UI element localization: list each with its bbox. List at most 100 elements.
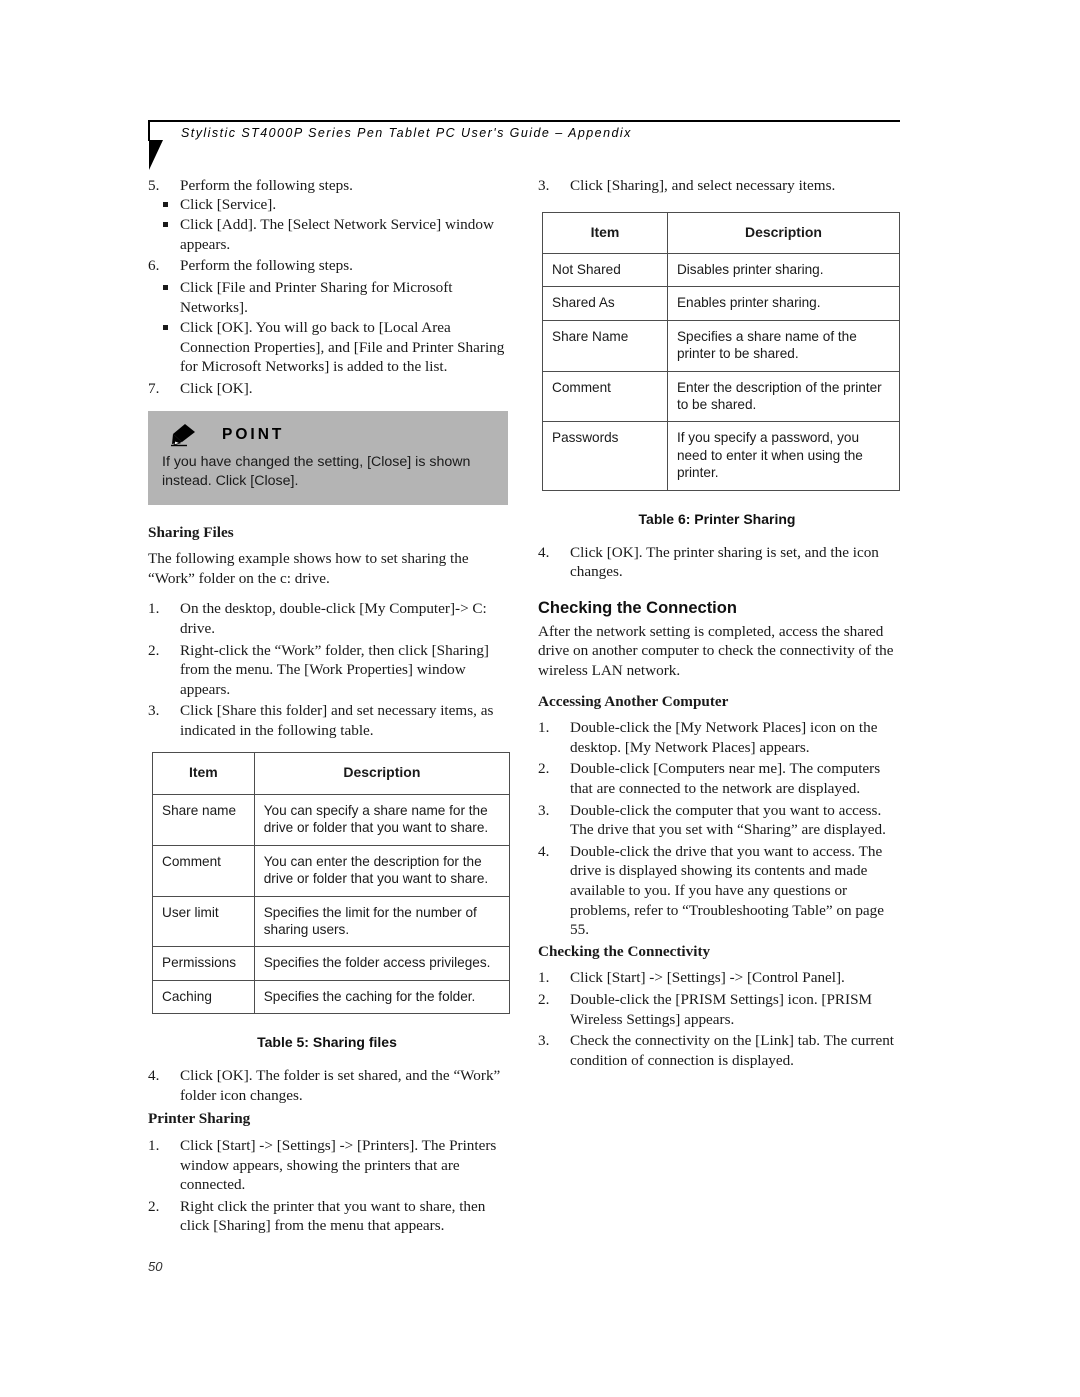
after-table6-step: 4. Click [OK]. The printer sharing is se… bbox=[538, 543, 900, 582]
printer-sharing-steps: 1. Click [Start] -> [Settings] -> [Print… bbox=[148, 1136, 510, 1236]
sharing-files-intro: The following example shows how to set s… bbox=[148, 550, 469, 587]
square-bullet-icon bbox=[163, 222, 168, 228]
list-item-text: Double-click the computer that you want … bbox=[570, 801, 886, 839]
table-row: Shared As Enables printer sharing. bbox=[542, 286, 901, 321]
list-item-text: Click [Start] -> [Settings] -> [Control … bbox=[570, 969, 845, 987]
table-cell-item: Passwords bbox=[542, 421, 668, 491]
list-item: 5. Perform the following steps. bbox=[148, 176, 510, 196]
square-bullet-icon bbox=[163, 284, 168, 290]
step5-bullets: Click [Service]. Click [Add]. The [Selec… bbox=[148, 195, 510, 255]
table-row: Passwords If you specify a password, you… bbox=[542, 421, 901, 491]
list-item-text: Click [OK]. bbox=[180, 379, 253, 397]
step6-bullets: Click [File and Printer Sharing for Micr… bbox=[148, 278, 510, 377]
list-item-text: Click [File and Printer Sharing for Micr… bbox=[180, 278, 453, 316]
checking-connectivity-steps: 1. Click [Start] -> [Settings] -> [Contr… bbox=[538, 968, 900, 1070]
checking-connection-intro: After the network setting is completed, … bbox=[538, 622, 894, 680]
list-item-text: Click [Add]. The [Select Network Service… bbox=[180, 216, 494, 253]
list-item-number: 6. bbox=[148, 257, 160, 275]
table-row: User limit Specifies the limit for the n… bbox=[152, 895, 511, 948]
table-cell-description: Disables printer sharing. bbox=[666, 252, 901, 288]
table-cell-item: Share name bbox=[152, 793, 255, 846]
table-row: Caching Specifies the caching for the fo… bbox=[152, 979, 511, 1015]
list-item: 3. Click [Share this folder] and set nec… bbox=[148, 701, 510, 740]
list-item-text: Click [OK]. The folder is set shared, an… bbox=[180, 1067, 501, 1104]
list-item: 3. Click [Sharing], and select necessary… bbox=[538, 176, 900, 196]
list-item-text: Check the connectivity on the [Link] tab… bbox=[570, 1032, 895, 1069]
list-item: 4. Click [OK]. The folder is set shared,… bbox=[148, 1066, 510, 1105]
table-sharing-files: Item Description Share name You can spec… bbox=[152, 752, 511, 1015]
table-cell-item: Comment bbox=[542, 370, 668, 423]
table-cell-item: Permissions bbox=[152, 946, 255, 981]
document-page: Stylistic ST4000P Series Pen Tablet PC U… bbox=[0, 0, 1080, 1397]
list-item: 1. Click [Start] -> [Settings] -> [Contr… bbox=[538, 968, 900, 988]
header-rule bbox=[148, 120, 900, 122]
right-step-3: 3. Click [Sharing], and select necessary… bbox=[538, 176, 900, 196]
square-bullet-icon bbox=[163, 325, 168, 331]
left-step-7: 7. Click [OK]. bbox=[148, 379, 510, 399]
column-header-description: Description bbox=[253, 752, 511, 795]
list-item: 1. On the desktop, double-click [My Comp… bbox=[148, 599, 510, 638]
list-item-number: 1. bbox=[148, 1136, 160, 1154]
list-item: 2. Double-click the [PRISM Settings] ico… bbox=[538, 990, 900, 1029]
list-item-number: 2. bbox=[148, 1197, 160, 1215]
list-item: Click [OK]. You will go back to [Local A… bbox=[148, 318, 510, 377]
list-item: 4. Double-click the drive that you want … bbox=[538, 842, 900, 940]
table-row: Comment Enter the description of the pri… bbox=[542, 370, 901, 423]
point-callout-header: POINT bbox=[162, 423, 494, 447]
table-header-row: Item Description bbox=[152, 752, 511, 795]
list-item-text: Click [Sharing], and select necessary it… bbox=[570, 177, 836, 194]
list-item: 2. Right click the printer that you want… bbox=[148, 1197, 510, 1236]
table-cell-description: Specifies a share name of the printer to… bbox=[666, 319, 901, 372]
table-cell-description: Specifies the limit for the number of sh… bbox=[253, 895, 511, 948]
list-item-number: 4. bbox=[538, 842, 550, 860]
list-item-text: Right-click the “Work” folder, then clic… bbox=[180, 641, 489, 698]
table-row: Share Name Specifies a share name of the… bbox=[542, 319, 901, 372]
list-item-text: On the desktop, double-click [My Compute… bbox=[180, 600, 487, 637]
list-item-number: 1. bbox=[538, 719, 550, 737]
point-callout-box: POINT If you have changed the setting, [… bbox=[148, 410, 508, 505]
list-item-text: Click [Service]. bbox=[180, 195, 277, 213]
header-title: Stylistic ST4000P Series Pen Tablet PC U… bbox=[181, 126, 632, 140]
table-cell-description: You can specify a share name for the dri… bbox=[253, 793, 511, 846]
heading-accessing-another-computer: Accessing Another Computer bbox=[538, 692, 729, 710]
list-item: 3. Check the connectivity on the [Link] … bbox=[538, 1031, 900, 1070]
list-item-number: 4. bbox=[148, 1067, 160, 1085]
table6-caption: Table 6: Printer Sharing bbox=[638, 510, 796, 527]
table-cell-description: Enables printer sharing. bbox=[666, 286, 901, 321]
list-item-text: Click [Share this folder] and set necess… bbox=[180, 702, 494, 739]
page-number: 50 bbox=[148, 1259, 163, 1274]
table-cell-item: User limit bbox=[152, 895, 255, 948]
left-column: 5. Perform the following steps. Click [S… bbox=[148, 176, 511, 1246]
list-item-number: 3. bbox=[538, 801, 550, 819]
list-item: 2. Right-click the “Work” folder, then c… bbox=[148, 641, 510, 700]
table-cell-item: Caching bbox=[152, 979, 255, 1015]
list-item-text: Right click the printer that you want to… bbox=[180, 1197, 486, 1235]
list-item-number: 5. bbox=[148, 177, 160, 194]
list-item: Click [Service]. bbox=[148, 195, 510, 215]
list-item: 1. Double-click the [My Network Places] … bbox=[538, 718, 900, 757]
sharing-files-steps: 1. On the desktop, double-click [My Comp… bbox=[148, 599, 510, 740]
heading-printer-sharing: Printer Sharing bbox=[148, 1110, 251, 1128]
list-item: 6. Perform the following steps. bbox=[148, 256, 510, 276]
table-cell-item: Shared As bbox=[542, 286, 668, 321]
list-item-text: Double-click the [My Network Places] ico… bbox=[570, 719, 878, 756]
left-step-6: 6. Perform the following steps. bbox=[148, 256, 510, 276]
right-column: 3. Click [Sharing], and select necessary… bbox=[538, 176, 901, 1080]
list-item-text: Double-click [Computers near me]. The co… bbox=[570, 760, 881, 797]
column-header-item: Item bbox=[542, 211, 668, 255]
table-cell-description: If you specify a password, you need to e… bbox=[666, 421, 901, 491]
list-item-number: 3. bbox=[538, 1032, 550, 1050]
table-cell-item: Comment bbox=[152, 844, 255, 897]
list-item-number: 2. bbox=[538, 760, 550, 778]
list-item: 7. Click [OK]. bbox=[148, 379, 510, 399]
list-item-number: 2. bbox=[148, 641, 160, 659]
left-steps-5-7: 5. Perform the following steps. bbox=[148, 176, 510, 196]
list-item-text: Click [OK]. The printer sharing is set, … bbox=[570, 543, 879, 581]
table-row: Comment You can enter the description fo… bbox=[152, 844, 511, 897]
list-item-number: 2. bbox=[538, 990, 550, 1008]
table-row: Share name You can specify a share name … bbox=[152, 793, 511, 846]
table-row: Permissions Specifies the folder access … bbox=[152, 946, 511, 981]
after-table5-step: 4. Click [OK]. The folder is set shared,… bbox=[148, 1066, 510, 1105]
list-item-text: Click [OK]. You will go back to [Local A… bbox=[180, 319, 505, 376]
list-item-text: Click [Start] -> [Settings] -> [Printers… bbox=[180, 1136, 497, 1194]
